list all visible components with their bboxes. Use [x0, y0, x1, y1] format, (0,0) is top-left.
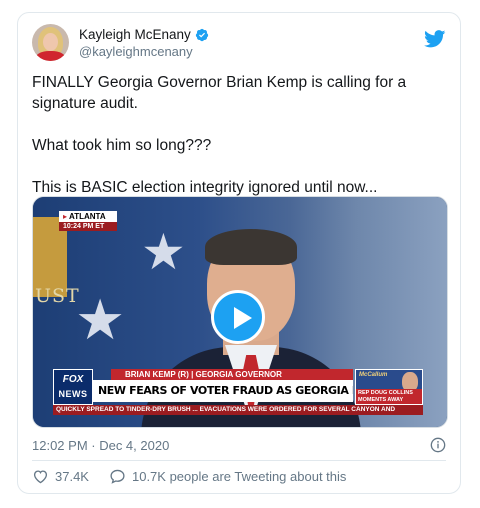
display-name-row[interactable]: Kayleigh McEnany: [79, 27, 209, 42]
display-name[interactable]: Kayleigh McEnany: [79, 27, 191, 42]
tweet-text-line-1: FINALLY Georgia Governor Brian Kemp is c…: [32, 74, 407, 112]
comment-icon: [110, 469, 125, 484]
twitter-bird-icon[interactable]: [424, 30, 446, 48]
like-action[interactable]: 37.4K: [32, 468, 89, 485]
handle[interactable]: @kayleighmcenany: [79, 44, 209, 59]
location-badge: ATLANTA 10:24 PM ET: [59, 211, 117, 231]
promo-logo: McCallum: [359, 372, 388, 378]
tweet-text-line-3: This is BASIC election integrity ignored…: [32, 179, 378, 196]
conversation-action[interactable]: 10.7K people are Tweeting about this: [109, 468, 346, 485]
tweet-embed-card[interactable]: Kayleigh McEnany @kayleighmcenany FINALL…: [17, 12, 461, 494]
info-icon[interactable]: [430, 437, 446, 453]
headline-chyron: NEW FEARS OF VOTER FRAUD AS GEORGIA RUNO…: [93, 380, 353, 402]
flag-star: ★: [75, 288, 126, 351]
avatar[interactable]: [32, 24, 69, 61]
location-label: ATLANTA: [59, 211, 117, 222]
tweet-header: Kayleigh McEnany @kayleighmcenany: [32, 24, 446, 64]
tweeting-about-text: 10.7K people are Tweeting about this: [131, 469, 347, 484]
name-chyron: BRIAN KEMP (R) | GEORGIA GOVERNOR: [111, 369, 353, 380]
broadcast-time: 10:24 PM ET: [59, 222, 117, 231]
tweet-timestamp[interactable]: 12:02 PM · Dec 4, 2020: [32, 438, 169, 453]
verified-badge-icon: [195, 28, 208, 41]
news-ticker: QUICKLY SPREAD TO TINDER-DRY BRUSH ... E…: [53, 405, 423, 415]
fox-news-logo: FOX NEWS: [53, 369, 93, 405]
promo-box: McCallum REP DOUG COLLINS MOMENTS AWAY: [355, 369, 423, 405]
logo-bottom-text: NEWS: [58, 389, 88, 399]
author-names: Kayleigh McEnany @kayleighmcenany: [79, 27, 209, 59]
play-icon[interactable]: [211, 290, 265, 344]
video-player[interactable]: ★ ★ UST ATLANTA 10:24 PM ET BRIAN KEMP (…: [32, 196, 448, 428]
flag-text: UST: [35, 285, 80, 307]
heart-icon: [33, 470, 48, 484]
logo-top-text: FOX: [62, 374, 84, 385]
like-count: 37.4K: [55, 469, 89, 484]
tweet-text-line-2: What took him so long???: [32, 137, 212, 154]
promo-text: REP DOUG COLLINS MOMENTS AWAY: [356, 389, 422, 404]
tweet-actions: 37.4K 10.7K people are Tweeting about th…: [32, 468, 366, 485]
divider: [32, 460, 446, 461]
